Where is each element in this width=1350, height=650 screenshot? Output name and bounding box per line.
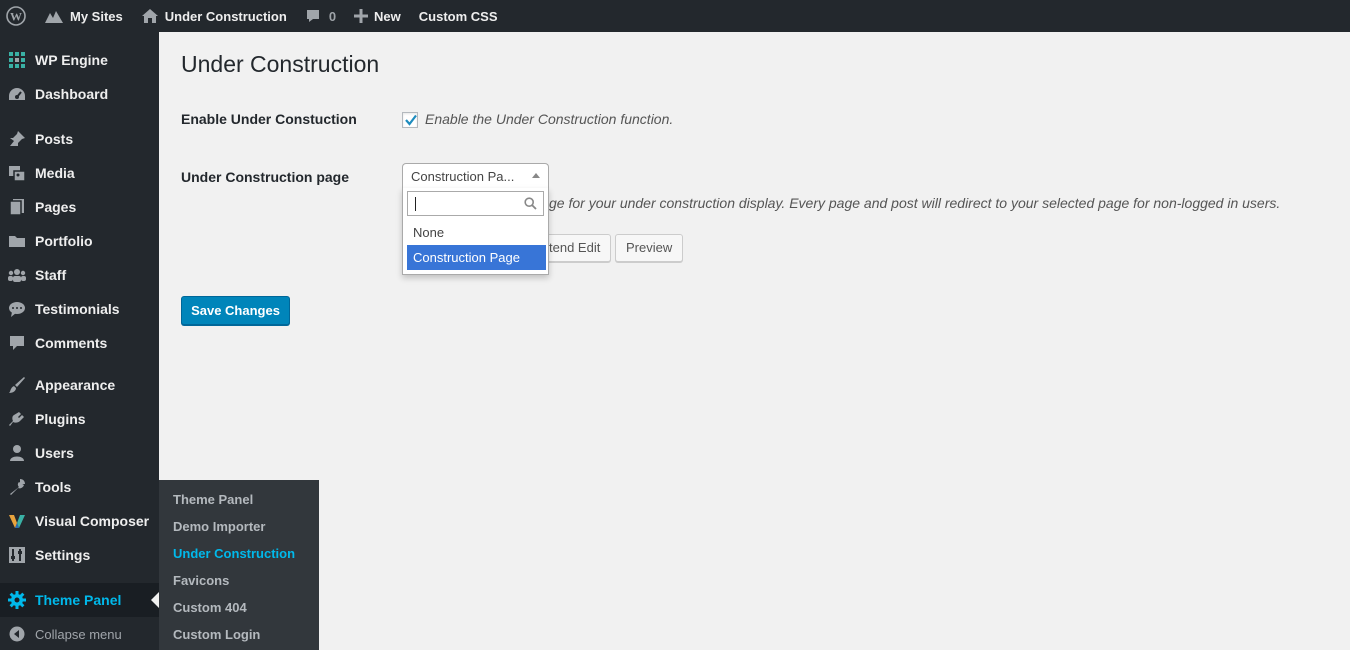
- plug-icon: [8, 410, 26, 428]
- sidebar-item-theme-panel[interactable]: Theme Panel: [0, 583, 159, 617]
- sidebar-item-testimonials[interactable]: Testimonials: [0, 292, 159, 326]
- sidebar-item-dashboard[interactable]: Dashboard: [0, 77, 159, 111]
- groups-icon: [8, 266, 26, 284]
- sidebar-item-label: Staff: [35, 267, 67, 283]
- wp-engine-grid-icon: [8, 51, 26, 69]
- dropdown-option-none[interactable]: None: [407, 220, 546, 245]
- theme-panel-submenu: Theme Panel Demo Importer Under Construc…: [159, 480, 319, 650]
- plus-icon: [354, 9, 369, 23]
- home-icon: [141, 9, 158, 23]
- sidebar-item-portfolio[interactable]: Portfolio: [0, 224, 159, 258]
- submenu-item-demo-importer[interactable]: Demo Importer: [159, 513, 319, 540]
- page-title: Under Construction: [181, 51, 380, 77]
- sidebar-item-label: Testimonials: [35, 301, 120, 317]
- settings-icon: [8, 546, 26, 564]
- sidebar-item-staff[interactable]: Staff: [0, 258, 159, 292]
- submenu-item-custom-404[interactable]: Custom 404: [159, 594, 319, 621]
- page-select-value: Construction Pa...: [411, 169, 515, 184]
- submenu-item-theme-panel[interactable]: Theme Panel: [159, 486, 319, 513]
- sidebar-item-label: Portfolio: [35, 233, 93, 249]
- site-name-menu[interactable]: Under Construction: [132, 0, 296, 32]
- sidebar-item-label: Theme Panel: [35, 592, 122, 608]
- sidebar-item-label: Media: [35, 165, 75, 181]
- my-sites-label: My Sites: [70, 8, 123, 24]
- sidebar-item-label: Appearance: [35, 377, 116, 393]
- sidebar-item-label: Dashboard: [35, 86, 109, 102]
- new-content-menu[interactable]: New: [345, 0, 410, 32]
- user-icon: [8, 444, 26, 462]
- dropdown-search-input[interactable]: [407, 191, 544, 216]
- sidebar-item-wp-engine[interactable]: WP Engine: [0, 43, 159, 77]
- sidebar-item-label: Visual Composer: [35, 513, 150, 529]
- sidebar-item-label: Tools: [35, 479, 72, 495]
- speech-bubble-icon: [8, 300, 26, 318]
- submenu-item-custom-login[interactable]: Custom Login: [159, 621, 319, 648]
- sidebar-item-label: Comments: [35, 335, 108, 351]
- comments-count: 0: [328, 8, 337, 24]
- folder-icon: [8, 232, 26, 250]
- svg-text:W: W: [10, 10, 22, 24]
- search-icon: [524, 197, 537, 210]
- sidebar-item-label: Plugins: [35, 411, 86, 427]
- custom-css-link[interactable]: Custom CSS: [410, 0, 507, 32]
- admin-sidebar: WP Engine Dashboard Posts Media Pages Po…: [0, 32, 159, 650]
- enable-description: Enable the Under Construction function.: [425, 111, 674, 127]
- sidebar-item-label: Posts: [35, 131, 74, 147]
- new-label: New: [374, 8, 401, 24]
- sidebar-item-label: Pages: [35, 199, 77, 215]
- submenu-item-under-construction[interactable]: Under Construction: [159, 540, 319, 567]
- checkmark-icon: [405, 114, 417, 126]
- my-sites-menu[interactable]: My Sites: [35, 0, 132, 32]
- paintbrush-icon: [8, 376, 26, 394]
- custom-css-label: Custom CSS: [418, 8, 498, 24]
- collapse-menu-button[interactable]: Collapse menu: [0, 617, 159, 650]
- sidebar-item-label: WP Engine: [35, 52, 108, 68]
- comment-icon: [8, 334, 26, 352]
- page-select-dropdown: None Construction Page: [402, 188, 549, 275]
- page-select-description: ge for your under construction display. …: [549, 195, 1281, 211]
- comments-menu[interactable]: 0: [296, 0, 345, 32]
- sidebar-item-users[interactable]: Users: [0, 436, 159, 470]
- enable-checkbox[interactable]: [402, 112, 418, 128]
- wordpress-logo-icon[interactable]: W: [0, 0, 35, 32]
- comment-bubble-icon: [306, 10, 319, 22]
- enable-label: Enable Under Constuction: [181, 111, 357, 127]
- page-select[interactable]: Construction Pa...: [402, 163, 549, 189]
- wrench-icon: [8, 478, 26, 496]
- admin-bar: W My Sites Under Construction 0 New Cust…: [0, 0, 1350, 32]
- sidebar-item-visual-composer[interactable]: Visual Composer: [0, 504, 159, 538]
- collapse-arrow-icon: [8, 625, 26, 643]
- visual-composer-icon: [8, 512, 26, 530]
- submenu-item-favicons[interactable]: Favicons: [159, 567, 319, 594]
- pin-icon: [8, 130, 26, 148]
- sidebar-item-appearance[interactable]: Appearance: [0, 368, 159, 402]
- sidebar-item-comments[interactable]: Comments: [0, 326, 159, 360]
- site-name-label: Under Construction: [164, 8, 287, 24]
- pages-icon: [8, 198, 26, 216]
- text-cursor: [415, 197, 416, 211]
- chevron-up-icon: [532, 173, 540, 178]
- sidebar-item-settings[interactable]: Settings: [0, 538, 159, 572]
- save-changes-button[interactable]: Save Changes: [181, 296, 290, 325]
- sidebar-item-tools[interactable]: Tools: [0, 470, 159, 504]
- sidebar-item-label: Collapse menu: [35, 626, 122, 642]
- my-sites-icon: [45, 11, 63, 23]
- sidebar-item-posts[interactable]: Posts: [0, 122, 159, 156]
- sidebar-item-label: Settings: [35, 547, 91, 563]
- page-select-label: Under Construction page: [181, 169, 350, 185]
- gear-icon: [8, 591, 26, 609]
- preview-button[interactable]: Preview: [615, 234, 684, 262]
- sidebar-item-plugins[interactable]: Plugins: [0, 402, 159, 436]
- dropdown-option-construction-page[interactable]: Construction Page: [407, 245, 546, 270]
- media-icon: [8, 164, 26, 182]
- sidebar-item-label: Users: [35, 445, 74, 461]
- dashboard-icon: [8, 85, 26, 103]
- sidebar-item-pages[interactable]: Pages: [0, 190, 159, 224]
- sidebar-item-media[interactable]: Media: [0, 156, 159, 190]
